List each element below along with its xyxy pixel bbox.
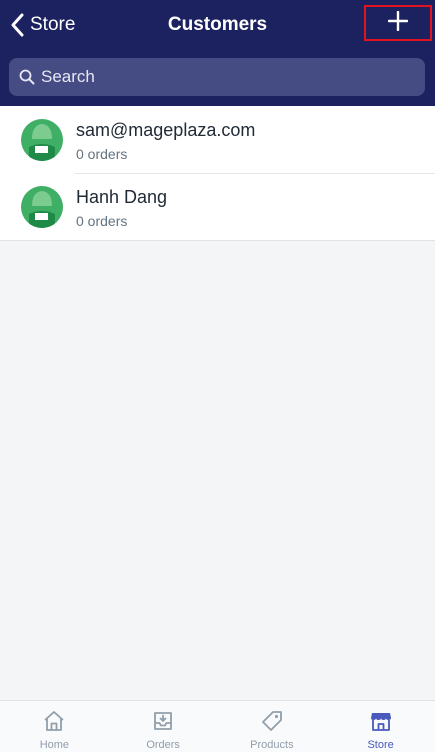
home-icon (42, 709, 66, 733)
tab-store[interactable]: Store (326, 701, 435, 752)
customer-order-count: 0 orders (76, 146, 128, 162)
customer-name: sam@mageplaza.com (76, 120, 256, 140)
plus-icon (387, 10, 409, 36)
customer-row[interactable]: sam@mageplaza.com 0 orders (0, 106, 435, 173)
tab-home[interactable]: Home (0, 701, 109, 752)
tag-icon (260, 709, 284, 733)
tab-label: Home (39, 739, 70, 751)
avatar (21, 186, 63, 228)
search-icon (19, 69, 35, 85)
tab-orders[interactable]: Orders (109, 701, 218, 752)
tab-label: Orders (146, 739, 180, 751)
app-header: Store Customers (0, 0, 435, 106)
search-input[interactable] (41, 67, 401, 87)
avatar (21, 119, 63, 161)
add-customer-button[interactable] (364, 5, 432, 41)
store-icon (369, 709, 393, 733)
nav-bar: Store Customers (0, 0, 435, 50)
orders-icon (151, 709, 175, 733)
customer-row[interactable]: Hanh Dang 0 orders (0, 173, 435, 240)
tab-label: Store (367, 739, 394, 751)
tab-label: Products (250, 739, 294, 751)
customer-name: Hanh Dang (76, 187, 168, 207)
customer-order-count: 0 orders (76, 213, 128, 229)
tab-products[interactable]: Products (218, 701, 327, 752)
customer-list: sam@mageplaza.com 0 orders Hanh Dang 0 o… (0, 106, 435, 241)
tab-bar: Home Orders Products Store (0, 700, 435, 752)
search-bar[interactable] (9, 58, 425, 96)
